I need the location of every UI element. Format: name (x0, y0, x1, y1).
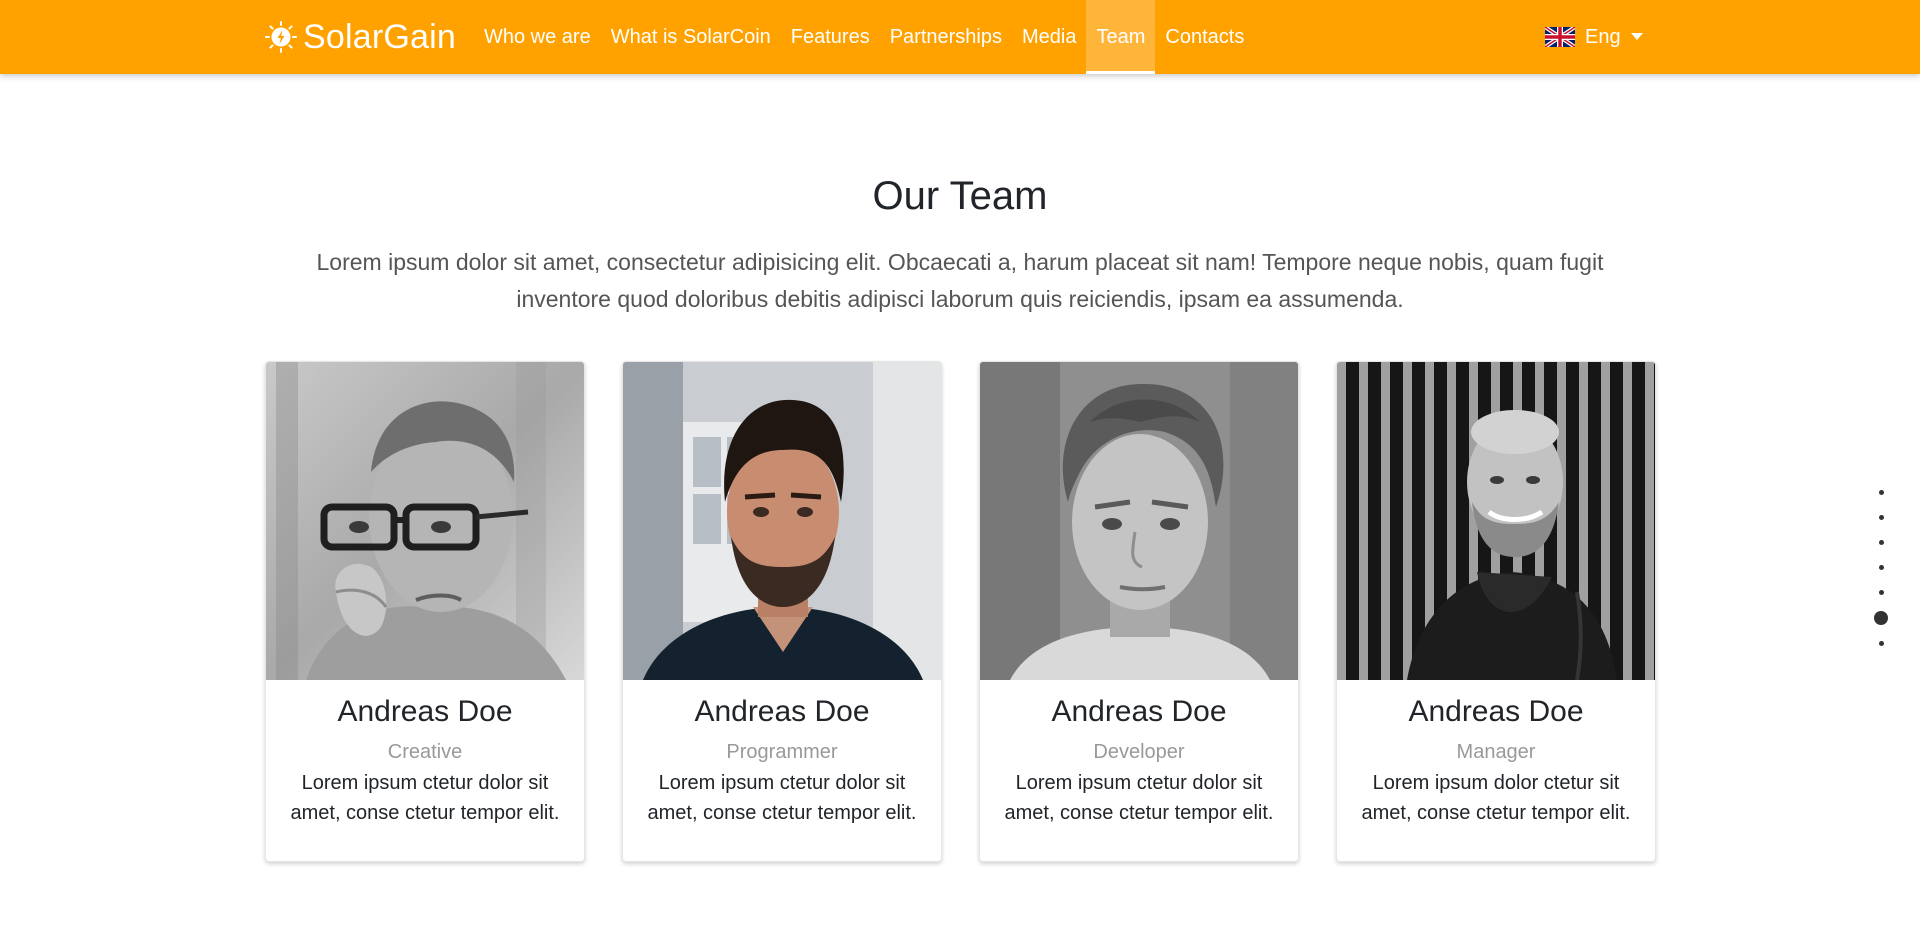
section-dot[interactable] (1878, 590, 1884, 595)
section-nav-dots (1873, 480, 1889, 656)
main-nav: Who we are What is SolarCoin Features Partn… (474, 0, 1254, 74)
team-card: Andreas Doe Programmer Lorem ipsum ctetu… (622, 361, 942, 862)
team-cards: Andreas Doe Creative Lorem ipsum ctetur … (265, 361, 1656, 862)
member-bio: Lorem ipsum ctetur dolor sit amet, conse… (647, 772, 917, 824)
section-dot[interactable] (1878, 515, 1884, 520)
nav-link-who-we-are[interactable]: Who we are (474, 0, 601, 74)
member-photo (266, 362, 584, 680)
member-role: Creative (387, 741, 463, 763)
member-bio: Lorem ipsum ctetur dolor sit amet, conse… (1004, 772, 1274, 824)
section-title: Our Team (872, 174, 1048, 218)
team-card: Andreas Doe Manager Lorem ipsum dolor ct… (1336, 361, 1656, 862)
nav-link-contacts[interactable]: Contacts (1155, 0, 1254, 74)
nav-link-team[interactable]: Team (1086, 0, 1156, 74)
member-bio: Lorem ipsum dolor ctetur sit amet, conse… (1361, 772, 1631, 824)
member-name: Andreas Doe (1051, 695, 1227, 728)
team-card: Andreas Doe Creative Lorem ipsum ctetur … (265, 361, 585, 862)
team-card: Andreas Doe Developer Lorem ipsum ctetur… (979, 361, 1299, 862)
caret-down-icon (1630, 32, 1643, 40)
section-dot[interactable] (1878, 540, 1884, 545)
nav-link-what-is-solarcoin[interactable]: What is SolarCoin (601, 0, 781, 74)
member-photo (1337, 362, 1655, 680)
brand-name: SolarGain (303, 18, 456, 56)
language-dropdown[interactable]: Eng (1545, 0, 1643, 74)
section-dot-active[interactable] (1874, 611, 1888, 625)
section-dot[interactable] (1878, 490, 1884, 495)
section-dot[interactable] (1878, 641, 1884, 646)
nav-link-partnerships[interactable]: Partnerships (880, 0, 1012, 74)
member-role: Programmer (726, 741, 838, 763)
member-photo (623, 362, 941, 680)
member-photo (980, 362, 1298, 680)
member-name: Andreas Doe (694, 695, 870, 728)
section-dot[interactable] (1878, 565, 1884, 570)
member-role: Manager (1456, 741, 1536, 763)
member-name: Andreas Doe (337, 695, 513, 728)
language-label: Eng (1585, 25, 1621, 48)
sun-bolt-icon (265, 21, 297, 53)
member-name: Andreas Doe (1408, 695, 1584, 728)
member-bio: Lorem ipsum ctetur dolor sit amet, conse… (290, 772, 560, 824)
member-role: Developer (1093, 741, 1185, 763)
nav-link-media[interactable]: Media (1012, 0, 1086, 74)
top-navbar: SolarGain Who we are What is SolarCoin Fea… (0, 0, 1920, 74)
section-lead: Lorem ipsum dolor sit amet, consectetur … (316, 249, 1604, 312)
nav-link-features[interactable]: Features (781, 0, 880, 74)
brand-logo-link[interactable]: SolarGain (265, 18, 456, 56)
uk-flag-icon (1545, 27, 1575, 47)
